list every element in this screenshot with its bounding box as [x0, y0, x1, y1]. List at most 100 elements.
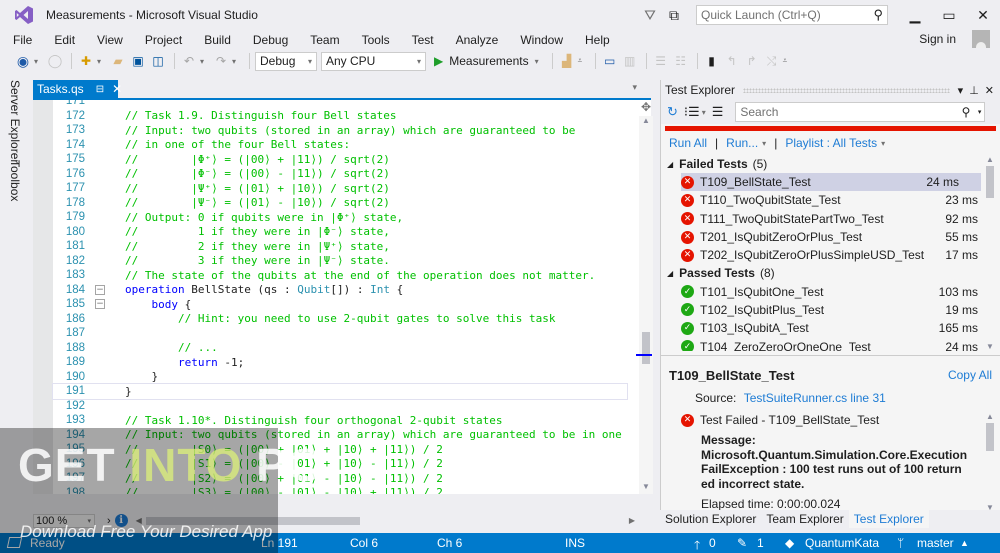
collapse-region-icon[interactable]: −: [95, 284, 105, 295]
search-options-dropdown-icon[interactable]: ▾: [978, 108, 982, 116]
test-list-item[interactable]: ✕ T201_IsQubitZeroOrPlus_Test 55 ms: [661, 228, 1000, 246]
code-line[interactable]: 173 // Input: two qubits (stored in an ar…: [53, 123, 627, 138]
previous-bookmark-icon[interactable]: ↰: [723, 52, 741, 70]
branch-icon[interactable]: ᛘ: [897, 536, 904, 550]
code-line[interactable]: 183 // The state of the qubits at the end…: [53, 268, 627, 283]
code-line[interactable]: 187: [53, 326, 627, 341]
document-list-dropdown-icon[interactable]: ▾: [632, 82, 637, 93]
menu-tools[interactable]: Tools: [349, 33, 399, 47]
test-list-item[interactable]: ✕ T110_TwoQubitState_Test 23 ms: [661, 191, 1000, 209]
scroll-down-icon[interactable]: ▼: [639, 482, 653, 491]
minimize-button[interactable]: ▁: [898, 1, 932, 29]
tab-test-explorer[interactable]: Test Explorer: [848, 510, 929, 528]
chevron-down-icon[interactable]: ▾: [535, 57, 543, 66]
editor-scroll-thumb[interactable]: [642, 332, 650, 364]
start-debugging-button[interactable]: ▶ Measurements ▾: [434, 54, 547, 68]
zoom-level-select[interactable]: 100 % ▾: [33, 513, 95, 528]
code-line[interactable]: 182 // 3 if they were in |Ψ⁻⟩ state.: [53, 254, 627, 269]
code-line[interactable]: 198 // |S3⟩ = (|00⟩ - |01⟩ - |10⟩ + |11⟩)…: [53, 486, 627, 494]
code-editor[interactable]: 171 172 // Task 1.9. Distinguish four Bell…: [33, 100, 651, 494]
navigate-issue-icon[interactable]: ›: [107, 515, 111, 527]
code-line[interactable]: 194 // Input: two qubits (stored in an ar…: [53, 428, 627, 443]
code-line[interactable]: 193 // Task 1.10*. Distinguish four ortho…: [53, 413, 627, 428]
comment-lines-icon[interactable]: ☰: [652, 52, 670, 70]
undo-dropdown-icon[interactable]: ▾: [200, 57, 208, 66]
menu-test[interactable]: Test: [399, 33, 443, 47]
branch-menu-chevron-up-icon[interactable]: ▲: [960, 538, 969, 548]
toolbar-overflow-icon[interactable]: ⩡: [578, 56, 586, 66]
code-line[interactable]: 180 // 1 if they were in |Φ⁻⟩ state,: [53, 225, 627, 240]
menu-build[interactable]: Build: [191, 33, 240, 47]
test-list-item[interactable]: ✕ T202_IsQubitZeroOrPlusSimpleUSD_Test 17 …: [661, 246, 1000, 264]
scroll-left-icon[interactable]: ◀: [136, 516, 142, 525]
test-list-scrollbar[interactable]: ▲ ▼: [984, 155, 996, 351]
menu-project[interactable]: Project: [132, 33, 191, 47]
new-project-icon[interactable]: ✚: [77, 52, 95, 70]
maximize-button[interactable]: ▭: [932, 1, 966, 29]
info-icon[interactable]: i: [114, 514, 128, 527]
clear-bookmarks-icon[interactable]: ⤭: [763, 52, 781, 70]
properties-icon[interactable]: ▥: [621, 52, 639, 70]
detail-scrollbar[interactable]: ▲ ▼: [984, 412, 996, 512]
test-list-item[interactable]: ✓ T103_IsQubitA_Test 165 ms: [661, 319, 1000, 337]
next-bookmark-icon[interactable]: ↱: [743, 52, 761, 70]
quick-launch-input[interactable]: Quick Launch (Ctrl+Q) ⚲: [696, 5, 888, 25]
auto-hide-pin-icon[interactable]: ⊥: [969, 84, 979, 97]
code-line[interactable]: 190 }: [53, 370, 627, 385]
menu-view[interactable]: View: [84, 33, 132, 47]
code-line[interactable]: 192: [53, 399, 627, 414]
tab-solution-explorer[interactable]: Solution Explorer: [660, 510, 761, 528]
scroll-up-icon[interactable]: ▲: [984, 155, 996, 164]
menu-debug[interactable]: Debug: [240, 33, 297, 47]
run-menu-link[interactable]: Run...: [726, 136, 758, 150]
test-list-item[interactable]: ✓ T104_ZeroZeroOrOneOne_Test 24 ms: [661, 337, 1000, 351]
test-list-scroll-thumb[interactable]: [986, 166, 994, 198]
code-line[interactable]: 185− body {: [53, 297, 627, 312]
test-group-header[interactable]: ◢ Passed Tests (8): [661, 264, 1000, 282]
collapse-group-icon[interactable]: ◢: [667, 269, 673, 278]
menu-team[interactable]: Team: [297, 33, 348, 47]
test-list-item[interactable]: ✓ T102_IsQubitPlus_Test 19 ms: [661, 301, 1000, 319]
test-group-header[interactable]: ◢ Failed Tests (5): [661, 155, 1000, 173]
scroll-up-icon[interactable]: ▲: [639, 116, 653, 125]
code-line[interactable]: 175 // |Φ⁺⟩ = (|00⟩ + |11⟩) / sqrt(2): [53, 152, 627, 167]
code-line[interactable]: 195 // |S0⟩ = (|00⟩ + |01⟩ + |10⟩ + |11⟩)…: [53, 442, 627, 457]
git-repo-icon[interactable]: ◆: [785, 536, 794, 550]
live-share-icon[interactable]: ⧉: [662, 3, 686, 27]
menu-analyze[interactable]: Analyze: [443, 33, 508, 47]
menu-file[interactable]: File: [0, 33, 41, 47]
collapse-group-icon[interactable]: ◢: [667, 160, 673, 169]
scroll-down-icon[interactable]: ▼: [984, 342, 996, 351]
menu-edit[interactable]: Edit: [41, 33, 84, 47]
unpushed-commits-count[interactable]: 0: [709, 536, 716, 550]
group-by-dropdown-icon[interactable]: ▾: [702, 108, 706, 117]
output-window-icon[interactable]: [6, 537, 23, 548]
chevron-down-icon[interactable]: ▾: [881, 139, 885, 148]
pin-tab-icon[interactable]: ⊟: [96, 84, 104, 95]
code-line[interactable]: 177 // |Ψ⁺⟩ = (|01⟩ + |10⟩) / sqrt(2): [53, 181, 627, 196]
test-list-item[interactable]: ✓ T101_IsQubitOne_Test 103 ms: [661, 282, 1000, 300]
uncomment-lines-icon[interactable]: ☷: [672, 52, 690, 70]
code-line[interactable]: 171: [53, 100, 627, 109]
panel-drag-grip[interactable]: [743, 87, 950, 93]
scroll-up-icon[interactable]: ▲: [984, 412, 996, 421]
code-line[interactable]: 197 // |S2⟩ = (|00⟩ + |01⟩ - |10⟩ - |11⟩)…: [53, 471, 627, 486]
code-line[interactable]: 191}: [52, 383, 628, 400]
test-list-item[interactable]: ✕ T111_TwoQubitStatePartTwo_Test 92 ms: [661, 210, 1000, 228]
pending-changes-count[interactable]: 1: [757, 536, 764, 550]
editor-horizontal-scroll-thumb[interactable]: [145, 516, 360, 525]
save-all-icon[interactable]: ◫: [149, 52, 167, 70]
code-line[interactable]: 186 // Hint: you need to use 2-qubit gat…: [53, 312, 627, 327]
code-line[interactable]: 188 // ...: [53, 341, 627, 356]
source-link[interactable]: TestSuiteRunner.cs line 31: [744, 391, 886, 405]
open-file-icon[interactable]: ▰: [109, 52, 127, 70]
editor-vertical-scrollbar[interactable]: [639, 116, 653, 494]
branch-name[interactable]: master: [917, 536, 954, 550]
undo-icon[interactable]: ↶: [180, 52, 198, 70]
run-tests-after-build-icon[interactable]: ↻: [667, 104, 678, 120]
find-in-files-icon[interactable]: ▟: [558, 52, 576, 70]
sign-in-link[interactable]: Sign in: [919, 32, 956, 46]
code-line[interactable]: 196 // |S1⟩ = (|00⟩ - |01⟩ + |10⟩ - |11⟩)…: [53, 457, 627, 472]
close-window-button[interactable]: ✕: [966, 1, 1000, 29]
menu-help[interactable]: Help: [572, 33, 619, 47]
